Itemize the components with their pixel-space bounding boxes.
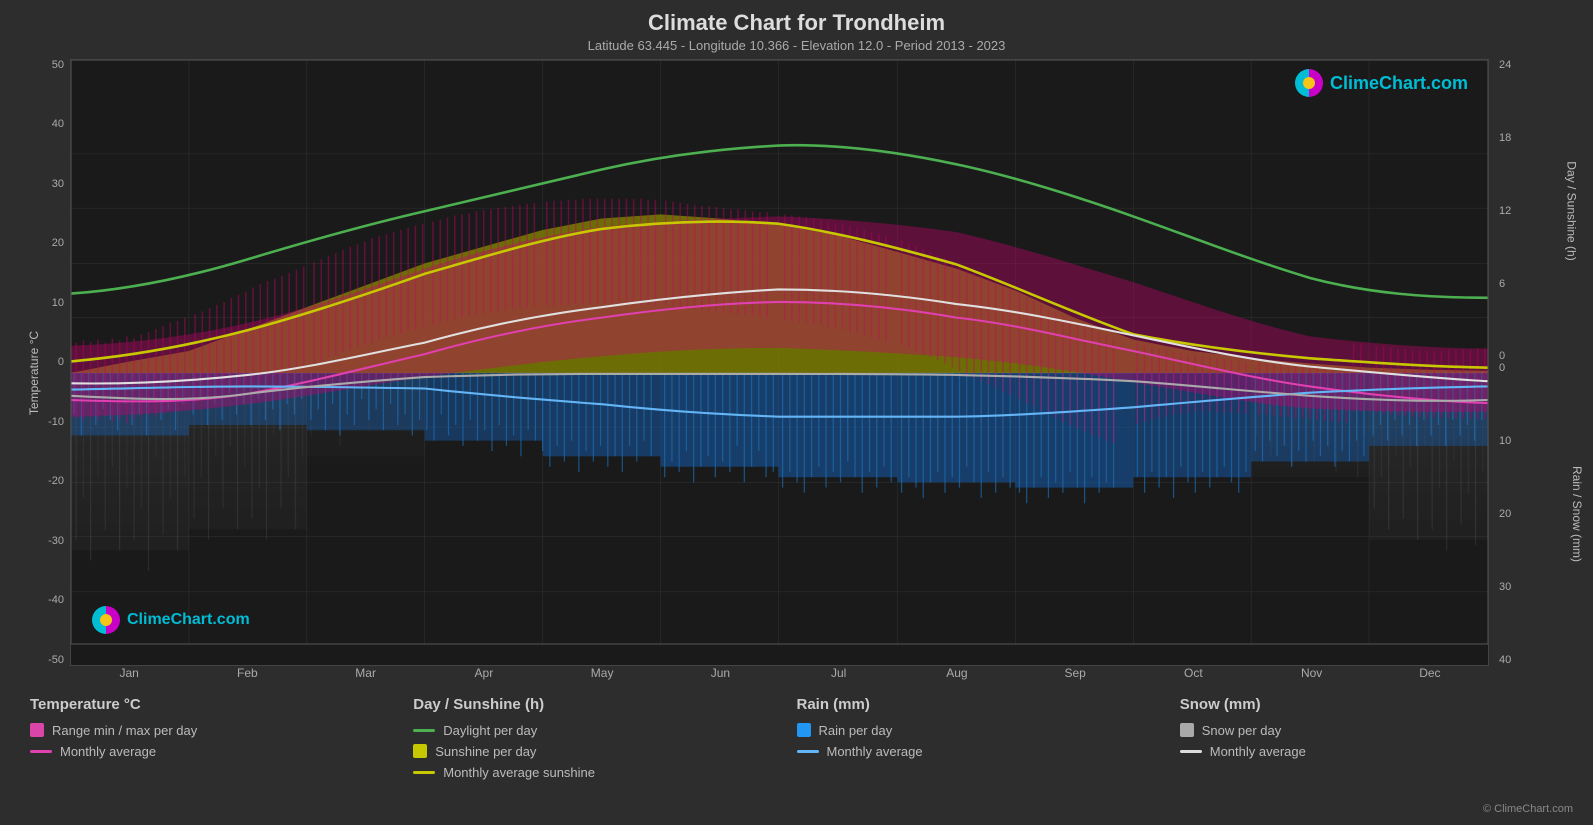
legend-col-temp: Temperature °C Range min / max per day M… xyxy=(30,696,413,799)
legend-snow-avg-color xyxy=(1180,750,1202,753)
legend-rain-day: Rain per day xyxy=(797,723,1180,738)
legend-temp-avg-color xyxy=(30,750,52,753)
legend-temp-title: Temperature °C xyxy=(30,696,413,713)
legend-temp-range: Range min / max per day xyxy=(30,723,413,738)
legend-sunshine-avg: Monthly average sunshine xyxy=(413,765,796,780)
chart-title: Climate Chart for Trondheim xyxy=(10,10,1583,36)
right-axis-bottom-label: Rain / Snow (mm) xyxy=(1570,466,1584,562)
y-axis-right-bottom: 0 10 20 30 40 Rain / Snow (mm) xyxy=(1493,362,1583,665)
legend-snow-title: Snow (mm) xyxy=(1180,696,1563,713)
legend-rain-day-color xyxy=(797,723,811,737)
legend-snow-day-color xyxy=(1180,723,1194,737)
logo-text-bottom: ClimeChart.com xyxy=(127,611,250,629)
chart-svg-container: ClimeChart.com ClimeChart.com xyxy=(70,59,1489,666)
logo-icon-top xyxy=(1294,68,1324,98)
legend-rain-title: Rain (mm) xyxy=(797,696,1180,713)
logo-top-right: ClimeChart.com xyxy=(1294,68,1468,98)
legend-col-sunshine: Day / Sunshine (h) Daylight per day Suns… xyxy=(413,696,796,799)
legend-daylight-color xyxy=(413,729,435,732)
legend-rain-avg-color xyxy=(797,750,819,753)
legend-area: Temperature °C Range min / max per day M… xyxy=(10,696,1583,799)
legend-sunshine-avg-color xyxy=(413,771,435,774)
y-axis-left: Temperature °C 50 40 30 20 10 0 -10 -20 … xyxy=(10,59,70,688)
legend-sunshine-day-color xyxy=(413,744,427,758)
logo-icon-bottom xyxy=(91,605,121,635)
climate-chart-svg xyxy=(71,60,1488,665)
chart-and-right: ClimeChart.com ClimeChart.com xyxy=(70,59,1583,688)
y-axis-left-label: Temperature °C xyxy=(27,331,41,415)
x-axis-labels: Jan Feb Mar Apr May Jun Jul Aug Sep Oct … xyxy=(70,666,1583,688)
legend-snow-day: Snow per day xyxy=(1180,723,1563,738)
y-axis-right-top: 24 18 12 6 0 Day / Sunshine (h) xyxy=(1493,59,1583,362)
copyright-text: © ClimeChart.com xyxy=(10,803,1583,815)
legend-daylight: Daylight per day xyxy=(413,723,796,738)
legend-col-snow: Snow (mm) Snow per day Monthly average xyxy=(1180,696,1563,799)
legend-snow-avg: Monthly average xyxy=(1180,744,1563,759)
main-container: Climate Chart for Trondheim Latitude 63.… xyxy=(0,0,1593,825)
legend-sunshine-day: Sunshine per day xyxy=(413,744,796,759)
logo-bottom-left: ClimeChart.com xyxy=(91,605,250,635)
right-axis-top-label: Day / Sunshine (h) xyxy=(1564,161,1578,260)
chart-area-wrapper: Temperature °C 50 40 30 20 10 0 -10 -20 … xyxy=(10,59,1583,688)
logo-text-top: ClimeChart.com xyxy=(1330,73,1468,94)
chart-subtitle: Latitude 63.445 - Longitude 10.366 - Ele… xyxy=(10,38,1583,53)
legend-rain-avg: Monthly average xyxy=(797,744,1180,759)
title-section: Climate Chart for Trondheim Latitude 63.… xyxy=(10,10,1583,53)
legend-sunshine-title: Day / Sunshine (h) xyxy=(413,696,796,713)
legend-temp-avg: Monthly average xyxy=(30,744,413,759)
right-axes: 24 18 12 6 0 Day / Sunshine (h) 0 10 20 … xyxy=(1493,59,1583,666)
legend-col-rain: Rain (mm) Rain per day Monthly average xyxy=(797,696,1180,799)
legend-temp-range-color xyxy=(30,723,44,737)
